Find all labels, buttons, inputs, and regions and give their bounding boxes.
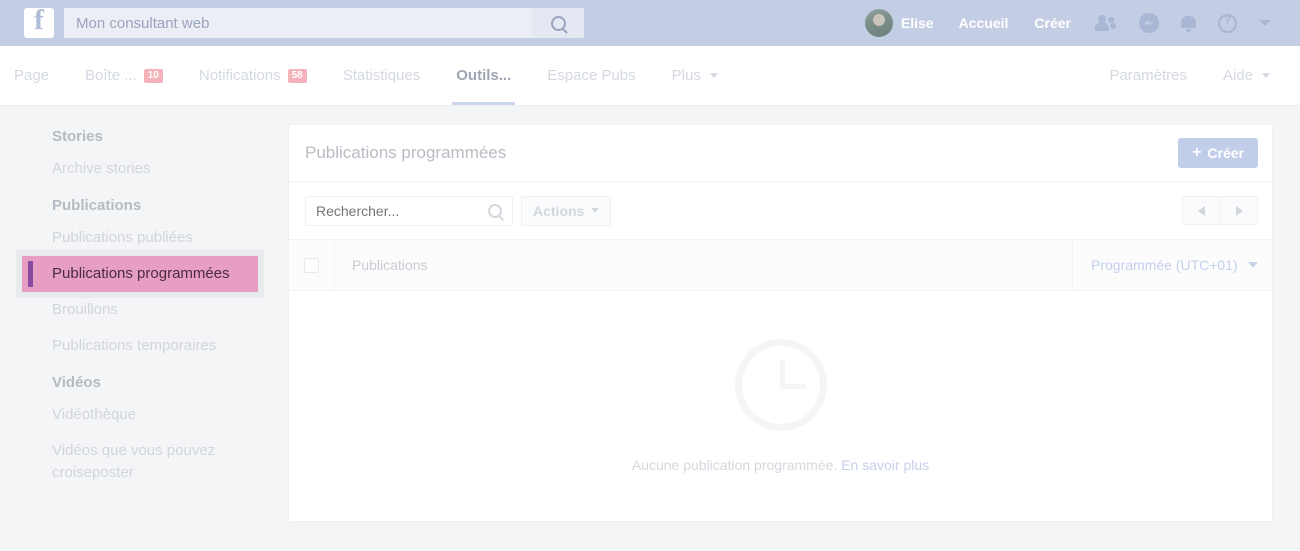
tab-help[interactable]: Aide	[1205, 46, 1288, 105]
sidebar-item-expiring-posts[interactable]: Publications temporaires	[0, 328, 288, 364]
card-header: Publications programmées + Créer	[289, 125, 1272, 182]
tab-notifications[interactable]: Notifications 58	[181, 46, 325, 105]
create-button[interactable]: + Créer	[1178, 138, 1258, 168]
tab-statistics[interactable]: Statistiques	[325, 46, 439, 105]
tab-help-label: Aide	[1222, 67, 1253, 84]
home-link[interactable]: Accueil	[946, 15, 1022, 31]
empty-state-text: Aucune publication programmée.	[631, 457, 838, 473]
notifications-button[interactable]	[1170, 15, 1207, 32]
sidebar-item-published-posts[interactable]: Publications publiées	[0, 220, 288, 256]
sidebar-item-video-library[interactable]: Vidéothèque	[0, 397, 288, 433]
sidebar-item-crosspostable-videos[interactable]: Vidéos que vous pouvez croiseposter	[0, 433, 288, 491]
search-icon	[488, 203, 502, 218]
chevron-left-icon	[1198, 205, 1205, 216]
chevron-down-icon	[1259, 20, 1271, 26]
column-header-scheduled-label: Programmée (UTC+01)	[1091, 257, 1238, 273]
friend-requests-icon	[1095, 15, 1117, 31]
next-page-button[interactable]	[1220, 196, 1258, 225]
tab-settings-label: Paramètres	[1109, 67, 1187, 84]
sidebar-group-videos-title: Vidéos	[52, 374, 101, 391]
tab-notifications-badge: 58	[287, 68, 307, 83]
tab-notifications-label: Notifications	[198, 67, 281, 84]
help-button[interactable]	[1207, 13, 1248, 33]
select-all-checkbox[interactable]	[304, 257, 319, 273]
tab-inbox-label: Boîte ...	[85, 67, 137, 84]
tab-page[interactable]: Page	[0, 46, 67, 105]
global-search[interactable]	[64, 8, 584, 38]
table-header-row: Publications Programmée (UTC+01)	[289, 239, 1272, 291]
search-input[interactable]	[306, 196, 471, 225]
tab-more[interactable]: Plus	[654, 46, 736, 105]
tab-inbox[interactable]: Boîte ... 10	[67, 46, 181, 105]
create-button-label: Créer	[1207, 145, 1244, 161]
user-profile-link[interactable]: Elise	[853, 9, 946, 37]
column-header-scheduled[interactable]: Programmée (UTC+01)	[1072, 240, 1272, 290]
sidebar-group-stories-title: Stories	[52, 128, 103, 145]
clock-icon	[734, 339, 827, 431]
help-icon	[1218, 13, 1237, 33]
top-navigation-bar: Elise Accueil Créer	[0, 0, 1300, 46]
tab-inbox-badge: 10	[143, 68, 163, 83]
publishing-tools-sidebar: Stories Archive stories Publications Pub…	[0, 106, 288, 551]
sidebar-item-archive-stories[interactable]: Archive stories	[0, 151, 288, 187]
create-link[interactable]: Créer	[1021, 15, 1084, 31]
top-bar-right-actions: Elise Accueil Créer	[853, 9, 1282, 37]
previous-page-button[interactable]	[1182, 196, 1220, 225]
sidebar-item-scheduled-posts[interactable]: Publications programmées	[22, 256, 258, 292]
friend-requests-button[interactable]	[1084, 15, 1128, 31]
user-name: Elise	[900, 15, 934, 31]
card-toolbar: Actions	[289, 182, 1272, 239]
global-search-input[interactable]	[64, 9, 524, 37]
tab-publishing-tools-label: Outils...	[456, 67, 512, 84]
page-tab-bar: Page Boîte ... 10 Notifications 58 Stati…	[0, 46, 1300, 106]
empty-state-message: Aucune publication programmée. En savoir…	[632, 457, 929, 473]
tab-publishing-tools[interactable]: Outils...	[438, 46, 529, 105]
chevron-down-icon	[1248, 262, 1258, 268]
search-icon	[550, 15, 566, 31]
tab-page-label: Page	[14, 67, 50, 84]
sidebar-item-drafts[interactable]: Brouillons	[0, 292, 288, 328]
learn-more-link[interactable]: En savoir plus	[841, 457, 929, 473]
tab-statistics-label: Statistiques	[342, 67, 421, 84]
global-search-button[interactable]	[532, 8, 584, 38]
plus-icon: +	[1192, 144, 1202, 161]
tab-ads-space[interactable]: Espace Pubs	[529, 46, 653, 105]
chevron-down-icon	[591, 208, 600, 213]
facebook-logo-icon[interactable]	[24, 4, 54, 38]
account-menu-button[interactable]	[1248, 20, 1282, 26]
actions-button-label: Actions	[533, 202, 585, 219]
search-field[interactable]	[305, 195, 513, 226]
tab-more-label: Plus	[671, 67, 701, 84]
scheduled-posts-card: Publications programmées + Créer Actions	[288, 124, 1273, 522]
empty-state: Aucune publication programmée. En savoir…	[289, 291, 1272, 521]
select-all-cell[interactable]	[289, 240, 335, 290]
tab-ads-space-label: Espace Pubs	[547, 67, 636, 84]
page-title: Publications programmées	[305, 143, 507, 162]
tab-settings[interactable]: Paramètres	[1091, 46, 1205, 105]
sidebar-group-publications-title: Publications	[52, 197, 142, 214]
page-body: Stories Archive stories Publications Pub…	[0, 106, 1300, 551]
avatar	[864, 9, 893, 37]
actions-button[interactable]: Actions	[521, 195, 612, 226]
column-header-publications: Publications	[352, 257, 428, 273]
messenger-button[interactable]	[1128, 13, 1170, 33]
chevron-right-icon	[1235, 205, 1243, 216]
pagination	[1182, 196, 1258, 225]
messenger-icon	[1139, 13, 1159, 33]
page-tab-bar-right: Paramètres Aide	[1091, 46, 1300, 105]
chevron-down-icon	[709, 73, 718, 78]
notifications-bell-icon	[1181, 15, 1196, 32]
chevron-down-icon	[1262, 73, 1270, 78]
